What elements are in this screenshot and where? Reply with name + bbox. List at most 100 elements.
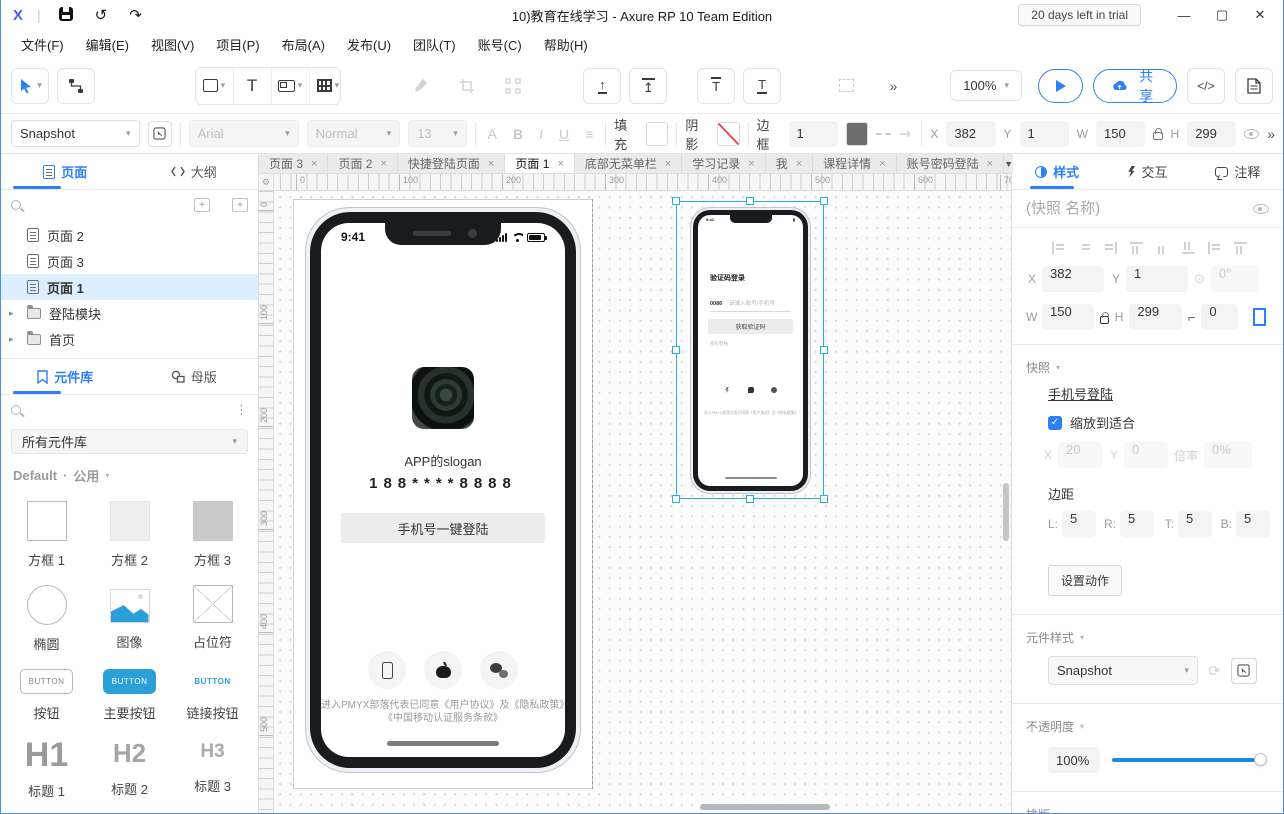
doc-tab[interactable]: 页面 3× bbox=[259, 154, 328, 173]
border-width-field[interactable]: 1 bbox=[789, 121, 838, 147]
library-filter-select[interactable]: 所有元件库 ▾ bbox=[11, 429, 248, 454]
checkbox-checked-icon[interactable]: ✓ bbox=[1048, 416, 1062, 430]
connector-tool-button[interactable] bbox=[57, 68, 95, 104]
visibility-eye-icon[interactable] bbox=[1244, 129, 1259, 139]
x-field[interactable]: 382 bbox=[1042, 266, 1104, 292]
doc-tab[interactable]: 学习记录× bbox=[682, 154, 765, 173]
border-style-icon[interactable] bbox=[876, 133, 891, 135]
close-tab-icon[interactable]: × bbox=[488, 158, 494, 170]
vertical-scrollbar[interactable] bbox=[1003, 483, 1009, 541]
close-tab-icon[interactable]: × bbox=[879, 158, 885, 170]
w-field[interactable]: 150 bbox=[1042, 304, 1094, 330]
snapshot-page-link[interactable]: 手机号登陆 bbox=[1048, 384, 1113, 403]
share-button[interactable]: 共享 bbox=[1093, 69, 1177, 103]
trial-badge[interactable]: 20 days left in trial bbox=[1018, 4, 1141, 26]
menu-team[interactable]: 团队(T) bbox=[403, 31, 466, 58]
edit-style-button[interactable] bbox=[1231, 658, 1257, 684]
library-group-header[interactable]: Default · 公用 ▾ bbox=[1, 458, 258, 487]
menu-project[interactable]: 项目(P) bbox=[206, 31, 269, 58]
menu-arrange[interactable]: 布局(A) bbox=[272, 31, 335, 58]
menu-file[interactable]: 文件(F) bbox=[11, 31, 74, 58]
y-field[interactable]: 1 bbox=[1126, 266, 1188, 292]
resize-handle-ne[interactable] bbox=[820, 197, 828, 205]
bring-to-front-button[interactable]: ↑ bbox=[583, 68, 621, 104]
add-page-button[interactable]: + bbox=[194, 198, 210, 212]
lock-ratio-icon[interactable] bbox=[1153, 132, 1162, 140]
documentation-button[interactable] bbox=[1235, 68, 1273, 104]
tab-pages[interactable]: 页面 bbox=[1, 154, 130, 189]
design-canvas[interactable]: 9:41 APP的slogan bbox=[274, 191, 1011, 813]
close-button[interactable]: ✕ bbox=[1243, 2, 1277, 28]
widget-primary-button[interactable]: BUTTON主要按钮 bbox=[88, 661, 171, 722]
align-bottom-button[interactable]: T bbox=[743, 68, 781, 104]
visibility-eye-icon[interactable] bbox=[1253, 204, 1269, 214]
shadow-swatch[interactable] bbox=[717, 122, 739, 146]
resize-handle-sw[interactable] bbox=[672, 495, 680, 503]
app-logo-image[interactable] bbox=[412, 367, 474, 429]
resize-handle-s[interactable] bbox=[746, 495, 754, 503]
widget-horizontal-line[interactable] bbox=[171, 808, 254, 813]
close-tab-icon[interactable]: × bbox=[796, 158, 802, 170]
expand-caret-icon[interactable]: ▸ bbox=[9, 308, 14, 319]
resize-handle-se[interactable] bbox=[820, 495, 828, 503]
h-field[interactable]: 299 bbox=[1129, 304, 1181, 330]
widget-button[interactable]: BUTTON按钮 bbox=[5, 661, 88, 722]
tab-library[interactable]: 元件库 bbox=[1, 359, 130, 394]
widget-image[interactable]: 图像 bbox=[88, 577, 171, 653]
doc-tab[interactable]: 底部无菜单栏× bbox=[575, 154, 682, 173]
resize-handle-n[interactable] bbox=[746, 197, 754, 205]
search-icon[interactable] bbox=[11, 200, 21, 210]
slider-thumb[interactable] bbox=[1254, 753, 1267, 766]
widget-style-select[interactable]: Snapshot ▾ bbox=[1048, 656, 1198, 685]
right-margin-field[interactable]: 5 bbox=[1120, 511, 1154, 537]
style-preset-select[interactable]: Snapshot ▾ bbox=[11, 120, 140, 147]
page-item[interactable]: 页面 2 bbox=[1, 222, 258, 248]
widget-h2[interactable]: H2标题 2 bbox=[88, 730, 171, 800]
opacity-slider[interactable] bbox=[1112, 758, 1265, 762]
doc-tab[interactable]: 页面 2× bbox=[328, 154, 397, 173]
set-action-button[interactable]: 设置动作 bbox=[1048, 565, 1122, 596]
add-folder-button[interactable]: + bbox=[232, 198, 248, 212]
maximize-button[interactable]: ▢ bbox=[1205, 2, 1239, 28]
redo-button[interactable]: ↷ bbox=[125, 6, 146, 25]
text-tool-button[interactable]: T bbox=[234, 68, 272, 104]
widget-paragraph[interactable]: P bbox=[88, 808, 171, 813]
masked-phone-number[interactable]: 188****8888 bbox=[321, 475, 565, 492]
horizontal-scrollbar[interactable] bbox=[700, 804, 830, 810]
widget-h1[interactable]: H1标题 1 bbox=[5, 730, 88, 800]
menu-edit[interactable]: 编辑(E) bbox=[76, 31, 139, 58]
tab-notes[interactable]: 注释 bbox=[1193, 154, 1283, 189]
menu-publish[interactable]: 发布(U) bbox=[337, 31, 401, 58]
one-key-login-button[interactable]: 手机号一键登陆 bbox=[341, 513, 545, 543]
menu-view[interactable]: 视图(V) bbox=[141, 31, 204, 58]
w-field[interactable]: 150 bbox=[1096, 121, 1145, 147]
undo-button[interactable]: ↺ bbox=[91, 6, 112, 25]
corner-radius-field[interactable]: 0 bbox=[1201, 304, 1238, 330]
doc-tab[interactable]: 快捷登陆页面× bbox=[398, 154, 505, 173]
page-item-selected[interactable]: 页面 1 bbox=[1, 274, 258, 300]
left-margin-field[interactable]: 5 bbox=[1062, 511, 1096, 537]
widget-ellipse[interactable]: 椭圆 bbox=[5, 577, 88, 653]
phone-mockup[interactable]: 9:41 APP的slogan bbox=[305, 207, 581, 773]
close-tab-icon[interactable]: × bbox=[665, 158, 671, 170]
snapshot-section-header[interactable]: 快照 ▾ bbox=[1012, 353, 1283, 382]
widget-box2[interactable]: 方框 2 bbox=[88, 493, 171, 569]
opacity-field[interactable]: 100% bbox=[1048, 747, 1100, 773]
folder-item[interactable]: ▸首页 bbox=[1, 326, 258, 352]
fill-swatch[interactable] bbox=[646, 122, 668, 146]
widget-box1[interactable]: 方框 1 bbox=[5, 493, 88, 569]
tab-masters[interactable]: 母版 bbox=[130, 359, 259, 394]
bottom-margin-field[interactable]: 5 bbox=[1236, 511, 1270, 537]
x-field[interactable]: 382 bbox=[946, 121, 995, 147]
doc-tab-active[interactable]: 页面 1× bbox=[505, 154, 574, 173]
rectangle-tool-button[interactable]: ▾ bbox=[196, 68, 234, 104]
app-slogan[interactable]: APP的slogan bbox=[321, 451, 565, 470]
close-tab-icon[interactable]: × bbox=[380, 158, 386, 170]
ruler-settings-button[interactable]: ⚙ bbox=[259, 174, 274, 191]
fit-to-scale-checkbox-row[interactable]: ✓ 缩放到适合 bbox=[1012, 407, 1283, 436]
more-tools-button[interactable]: » bbox=[873, 68, 911, 104]
doc-tab[interactable]: 课程详情× bbox=[813, 154, 896, 173]
widget-label-widget[interactable]: Label bbox=[5, 808, 88, 813]
tab-interaction[interactable]: 交互 bbox=[1102, 154, 1192, 189]
top-margin-field[interactable]: 5 bbox=[1178, 511, 1212, 537]
